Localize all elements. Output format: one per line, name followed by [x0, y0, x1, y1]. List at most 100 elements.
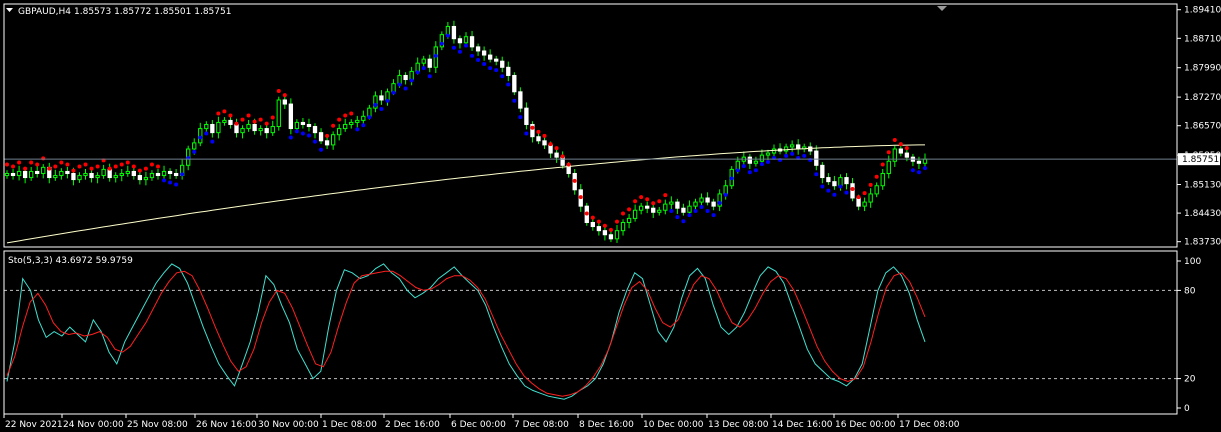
candle — [487, 49, 493, 63]
candle-body — [403, 74, 408, 81]
candle-body — [306, 123, 312, 128]
candle-body — [385, 91, 390, 101]
candle — [77, 172, 82, 183]
psar-dot — [856, 195, 861, 200]
candle-body — [832, 181, 837, 187]
psar-dot — [639, 195, 644, 200]
psar-dot — [808, 158, 813, 163]
candle-body — [886, 160, 891, 174]
candle — [421, 55, 426, 68]
psar-dot — [41, 156, 46, 161]
candle — [874, 182, 879, 198]
candle — [530, 121, 535, 143]
candle — [814, 145, 819, 171]
psar-dot — [542, 133, 547, 138]
psar-dot — [174, 182, 179, 187]
psar-dot — [83, 162, 88, 167]
candle — [922, 153, 928, 167]
candle-body — [500, 60, 505, 68]
candle — [506, 61, 511, 82]
candle-body — [862, 201, 867, 207]
psar-dot — [373, 102, 378, 107]
candle — [560, 151, 565, 169]
candle — [28, 166, 34, 181]
candle — [632, 204, 638, 222]
candle-body — [747, 156, 753, 164]
candle-body — [294, 121, 300, 130]
candle-body — [765, 152, 771, 156]
current-price-label: 1.85751 — [1182, 155, 1219, 165]
shift-marker-icon[interactable] — [937, 6, 947, 11]
psar-dot — [11, 164, 16, 169]
candle-body — [475, 46, 481, 52]
stoch-tick-label: 0 — [1184, 404, 1190, 414]
psar-dot — [910, 168, 915, 173]
psar-dot — [784, 153, 789, 158]
psar-dot — [464, 43, 468, 48]
candle — [898, 144, 904, 157]
candle — [95, 172, 100, 184]
psar-dot — [596, 219, 601, 224]
candle-body — [789, 144, 795, 148]
candle — [832, 175, 837, 190]
psar-dot — [916, 170, 921, 175]
candle-body — [35, 170, 40, 174]
candle — [669, 196, 674, 210]
psar-dot — [741, 164, 746, 169]
candle-body — [65, 170, 70, 174]
psar-dot — [560, 154, 565, 159]
candle — [234, 118, 239, 138]
candle-body — [753, 160, 759, 164]
psar-dot — [421, 66, 426, 71]
price-tick-label: 1.87990 — [1184, 64, 1221, 74]
candle-body — [300, 121, 306, 125]
candle-body — [252, 123, 257, 132]
candle-body — [95, 175, 100, 179]
candle — [626, 213, 632, 229]
psar-dot — [711, 213, 716, 218]
candle-body — [705, 197, 710, 203]
psar-dot — [681, 219, 686, 224]
candle — [614, 224, 620, 243]
price-tick-label: 1.85130 — [1184, 181, 1221, 191]
candle — [481, 46, 487, 61]
candle — [240, 125, 245, 139]
candle-body — [874, 185, 879, 195]
candle — [312, 123, 318, 139]
candle-body — [28, 170, 34, 179]
candle — [451, 20, 457, 44]
psar-dot — [675, 215, 680, 220]
candle — [258, 125, 263, 136]
candle-body — [494, 58, 499, 62]
psar-dot — [192, 149, 197, 154]
candle-body — [210, 123, 215, 134]
psar-dot — [433, 53, 438, 58]
psar-dot — [663, 193, 668, 198]
time-tick-label: 30 Nov 00:00 — [258, 420, 319, 430]
candle — [179, 159, 185, 180]
psar-dot — [337, 117, 342, 122]
psar-dot — [258, 117, 263, 122]
candle — [306, 118, 312, 132]
psar-dot — [548, 142, 553, 147]
candle — [210, 119, 215, 138]
time-tick-label: 25 Nov 08:00 — [127, 420, 188, 430]
psar-dot — [107, 166, 112, 171]
candle-body — [542, 140, 547, 146]
candle — [880, 168, 885, 190]
candle-body — [536, 136, 541, 142]
candle — [469, 30, 475, 51]
candle-body — [71, 172, 76, 181]
psar-dot — [518, 115, 523, 120]
candle-body — [4, 172, 10, 177]
psar-dot — [904, 146, 909, 151]
psar-dot — [524, 131, 529, 136]
psar-dot — [476, 57, 481, 62]
psar-dot — [699, 204, 704, 209]
dropdown-triangle-icon[interactable] — [6, 8, 13, 12]
candle-body — [554, 152, 559, 158]
candle — [663, 199, 668, 215]
psar-dot — [802, 153, 807, 158]
candle — [524, 102, 529, 130]
psar-dot — [621, 211, 626, 216]
